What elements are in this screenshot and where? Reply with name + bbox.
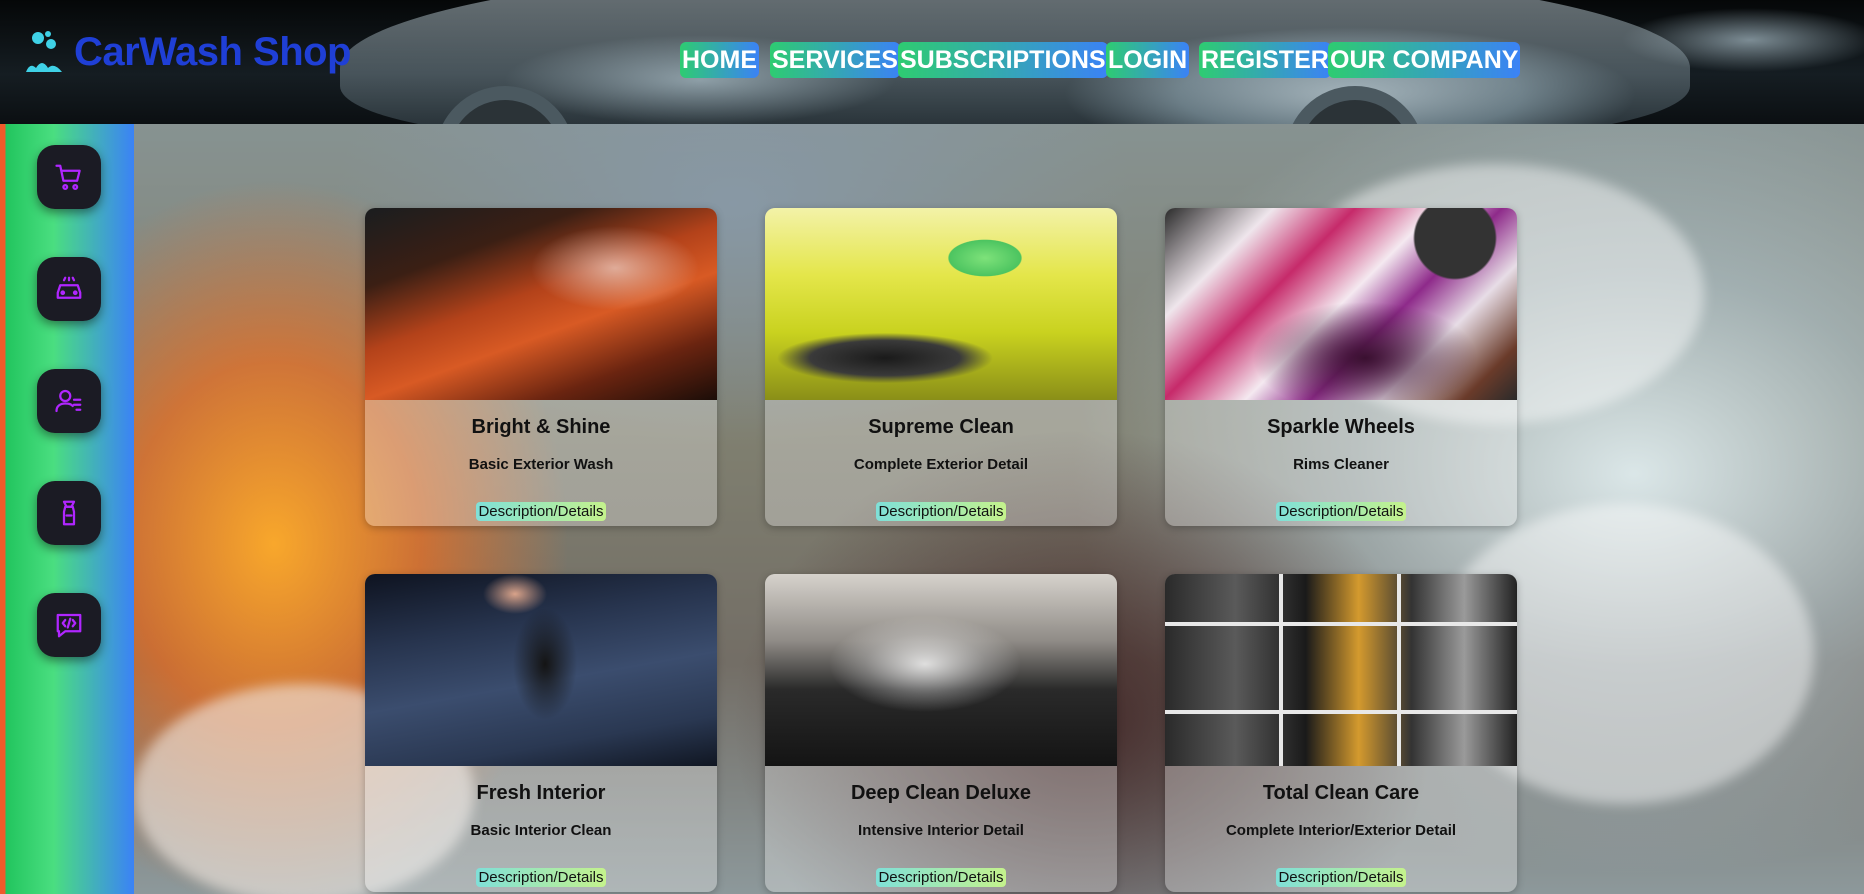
nav-register[interactable]: REGISTER: [1199, 42, 1331, 78]
details-link[interactable]: Description/Details: [476, 868, 606, 887]
service-title: Supreme Clean: [868, 416, 1014, 438]
code-message-icon: [56, 613, 82, 638]
service-subtitle: Intensive Interior Detail: [858, 822, 1024, 839]
service-image-interior-clean: [365, 574, 717, 766]
service-subtitle: Basic Interior Clean: [470, 822, 612, 839]
sidebar-cart-button[interactable]: [37, 145, 101, 209]
nav-our-company[interactable]: OUR COMPANY: [1328, 42, 1521, 78]
service-title: Bright & Shine: [471, 416, 611, 438]
service-card[interactable]: Total Clean Care Complete Interior/Exter…: [1165, 574, 1517, 892]
brand-title: CarWash Shop: [74, 29, 352, 74]
nav-home[interactable]: HOME: [680, 42, 759, 78]
service-card[interactable]: Fresh Interior Basic Interior Clean Desc…: [365, 574, 717, 892]
washing-bubbles-icon: [24, 28, 64, 76]
details-link[interactable]: Description/Details: [1276, 502, 1406, 521]
service-title: Sparkle Wheels: [1267, 416, 1415, 438]
service-image-interior-detail: [765, 574, 1117, 766]
spray-bottle-icon: [62, 500, 76, 526]
service-card[interactable]: Deep Clean Deluxe Intensive Interior Det…: [765, 574, 1117, 892]
details-link[interactable]: Description/Details: [1276, 868, 1406, 887]
service-subtitle: Complete Interior/Exterior Detail: [1225, 822, 1457, 839]
main-content: Bright & Shine Basic Exterior Wash Descr…: [134, 124, 1864, 894]
service-card[interactable]: Supreme Clean Complete Exterior Detail D…: [765, 208, 1117, 526]
header: CarWash Shop HOME SERVICES SUBSCRIPTIONS…: [0, 0, 1864, 124]
sidebar: [0, 124, 134, 894]
user-list-icon: [55, 389, 82, 413]
cart-icon: [55, 164, 81, 190]
details-link[interactable]: Description/Details: [876, 502, 1006, 521]
service-title: Fresh Interior: [476, 782, 606, 804]
top-nav: HOME SERVICES SUBSCRIPTIONS LOGIN REGIST…: [680, 42, 1864, 78]
service-title: Deep Clean Deluxe: [850, 782, 1032, 804]
service-card[interactable]: Sparkle Wheels Rims Cleaner Description/…: [1165, 208, 1517, 526]
details-link[interactable]: Description/Details: [876, 868, 1006, 887]
service-image-rims-cleaner: [1165, 208, 1517, 400]
sidebar-car-button[interactable]: [37, 257, 101, 321]
nav-subscriptions[interactable]: SUBSCRIPTIONS: [898, 42, 1108, 78]
service-image-exterior-detail: [765, 208, 1117, 400]
nav-services[interactable]: SERVICES: [770, 42, 900, 78]
nav-login[interactable]: LOGIN: [1106, 42, 1190, 78]
brand[interactable]: CarWash Shop: [24, 28, 352, 76]
sidebar-feedback-button[interactable]: [37, 593, 101, 657]
service-title: Total Clean Care: [1262, 782, 1420, 804]
service-subtitle: Complete Exterior Detail: [853, 456, 1029, 473]
service-subtitle: Rims Cleaner: [1293, 456, 1389, 473]
car-icon: [56, 276, 82, 299]
sidebar-products-button[interactable]: [37, 481, 101, 545]
service-subtitle: Basic Exterior Wash: [468, 456, 614, 473]
service-image-collage: [1165, 574, 1517, 766]
service-image-exterior-wash: [365, 208, 717, 400]
sidebar-users-button[interactable]: [37, 369, 101, 433]
details-link[interactable]: Description/Details: [476, 502, 606, 521]
service-card[interactable]: Bright & Shine Basic Exterior Wash Descr…: [365, 208, 717, 526]
